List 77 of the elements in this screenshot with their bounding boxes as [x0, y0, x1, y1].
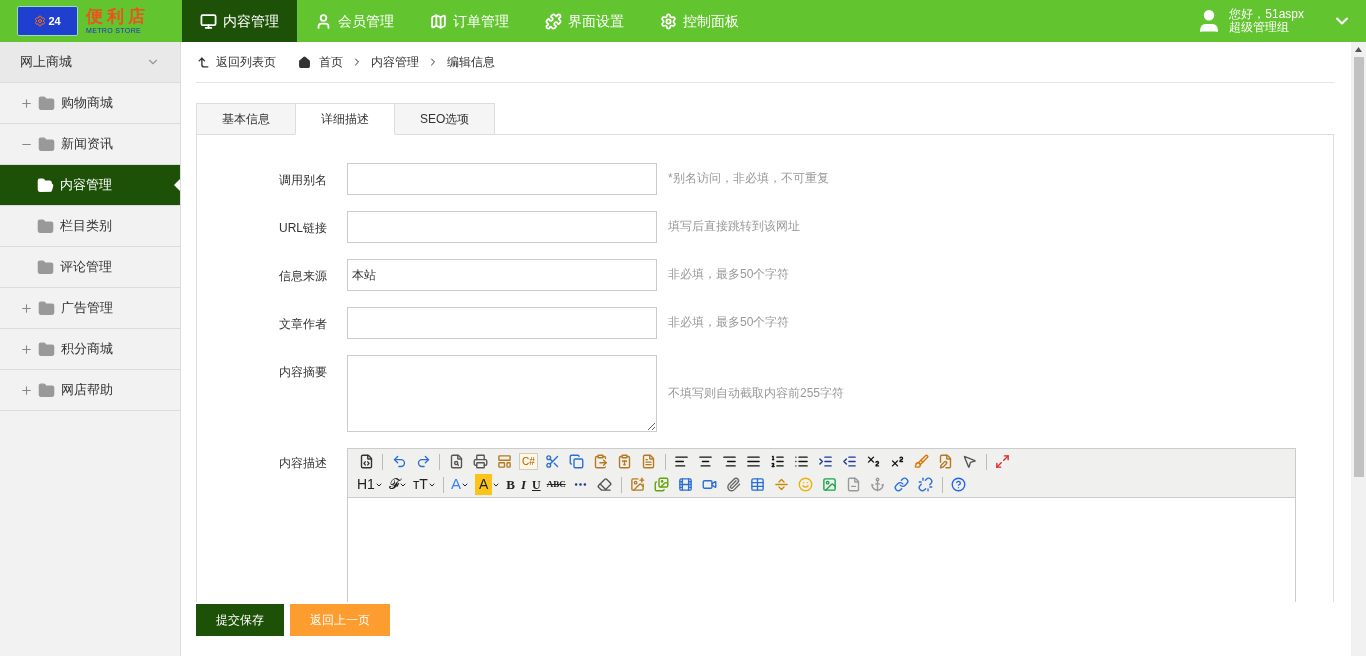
tab[interactable]: SEO选项	[394, 103, 496, 135]
folder-icon	[38, 135, 55, 153]
sidebar-label: 内容管理	[60, 176, 112, 195]
nav-tab[interactable]: 内容管理	[182, 0, 297, 42]
scroll-up-arrow-icon[interactable]	[1355, 47, 1362, 52]
expand-icon[interactable]	[20, 301, 33, 315]
home-icon	[298, 55, 311, 69]
user-greeting: 您好，51aspx	[1229, 8, 1304, 21]
folder-icon	[37, 217, 54, 235]
sidebar-item[interactable]: 购物商城	[0, 83, 180, 124]
map-icon	[430, 12, 447, 30]
field-hint: 非必填，最多50个字符	[668, 266, 790, 283]
folder-icon	[37, 258, 54, 276]
tab[interactable]: 基本信息	[196, 103, 296, 135]
submit-button[interactable]: 提交保存	[196, 604, 284, 636]
format-button[interactable]: U	[528, 473, 544, 496]
format-button[interactable]: B	[503, 473, 518, 496]
folder-icon	[38, 381, 55, 399]
puzzle-icon	[545, 12, 562, 30]
format-button[interactable]: ABC	[543, 473, 569, 496]
sidebar-label: 网店帮助	[61, 381, 113, 400]
sidebar-label: 广告管理	[61, 299, 113, 318]
field-label: 调用别名	[278, 172, 328, 189]
format-button[interactable]: I	[517, 473, 529, 496]
input-field[interactable]	[347, 211, 657, 243]
sidebar-label: 新闻资讯	[61, 135, 113, 154]
sidebar-item[interactable]: 评论管理	[0, 247, 180, 288]
field-label: 内容描述	[278, 455, 328, 472]
sidebar-item[interactable]: 网店帮助	[0, 370, 180, 411]
rich-text-editor[interactable]: C# H1 𝓕 тT A A B I U ABC	[347, 448, 1296, 602]
folder-icon	[38, 94, 55, 112]
sidebar-item[interactable]: 广告管理	[0, 288, 180, 329]
field-label: 信息来源	[278, 268, 328, 285]
field-hint: 非必填，最多50个字符	[668, 314, 790, 331]
breadcrumb-link[interactable]: 首页	[319, 53, 343, 71]
breadcrumb-link[interactable]: 编辑信息	[447, 53, 495, 71]
sidebar-label: 积分商城	[61, 340, 113, 359]
dropdown-button[interactable]: 𝓕	[385, 473, 410, 496]
sidebar-item[interactable]: 栏目类别	[0, 206, 180, 247]
field-hint: 不填写则自动截取内容前255字符	[668, 385, 845, 402]
user-icon	[315, 12, 332, 30]
expand-icon[interactable]	[20, 383, 33, 397]
input-field[interactable]: 本站	[347, 259, 657, 291]
field-label: 文章作者	[278, 316, 328, 333]
field-hint: 填写后直接跳转到该网址	[668, 218, 800, 235]
dropdown-button[interactable]: H1	[354, 473, 386, 496]
sidebar-item[interactable]: 内容管理	[0, 165, 180, 206]
dropdown-button[interactable]: тT	[409, 473, 439, 496]
selection-notch	[174, 179, 180, 191]
user-role: 超级管理组	[1229, 21, 1290, 34]
settings-icon	[660, 12, 677, 30]
field-label: URL链接	[278, 220, 328, 237]
input-field[interactable]	[347, 163, 657, 195]
folder-icon	[37, 176, 54, 194]
field-label: 内容摘要	[278, 364, 328, 381]
field-hint: *别名访问，非必填，不可重复	[668, 170, 829, 187]
sidebar-header[interactable]: 网上商城	[0, 42, 180, 83]
scrollbar[interactable]	[1351, 42, 1366, 656]
tab[interactable]: 详细描述	[295, 103, 395, 135]
breadcrumb-link[interactable]: 内容管理	[371, 53, 419, 71]
back-arrow-icon	[197, 55, 210, 69]
sidebar-item[interactable]: 积分商城	[0, 329, 180, 370]
expand-icon[interactable]	[20, 342, 33, 356]
sidebar-label: 栏目类别	[60, 217, 112, 236]
logo-badge: 24	[17, 6, 78, 36]
folder-icon	[38, 340, 55, 358]
sidebar-title: 网上商城	[20, 53, 72, 72]
monitor-icon	[200, 12, 217, 30]
sidebar-label: 购物商城	[61, 94, 113, 113]
expand-icon[interactable]	[20, 96, 33, 110]
input-field[interactable]	[347, 307, 657, 339]
folder-icon	[38, 299, 55, 317]
format-button[interactable]: C#	[516, 450, 541, 473]
logo-title: 便 利 店	[86, 8, 145, 25]
scrollbar-thumb[interactable]	[1353, 57, 1364, 477]
sidebar-label: 评论管理	[60, 258, 112, 277]
back-link[interactable]: 返回列表页	[197, 53, 276, 71]
